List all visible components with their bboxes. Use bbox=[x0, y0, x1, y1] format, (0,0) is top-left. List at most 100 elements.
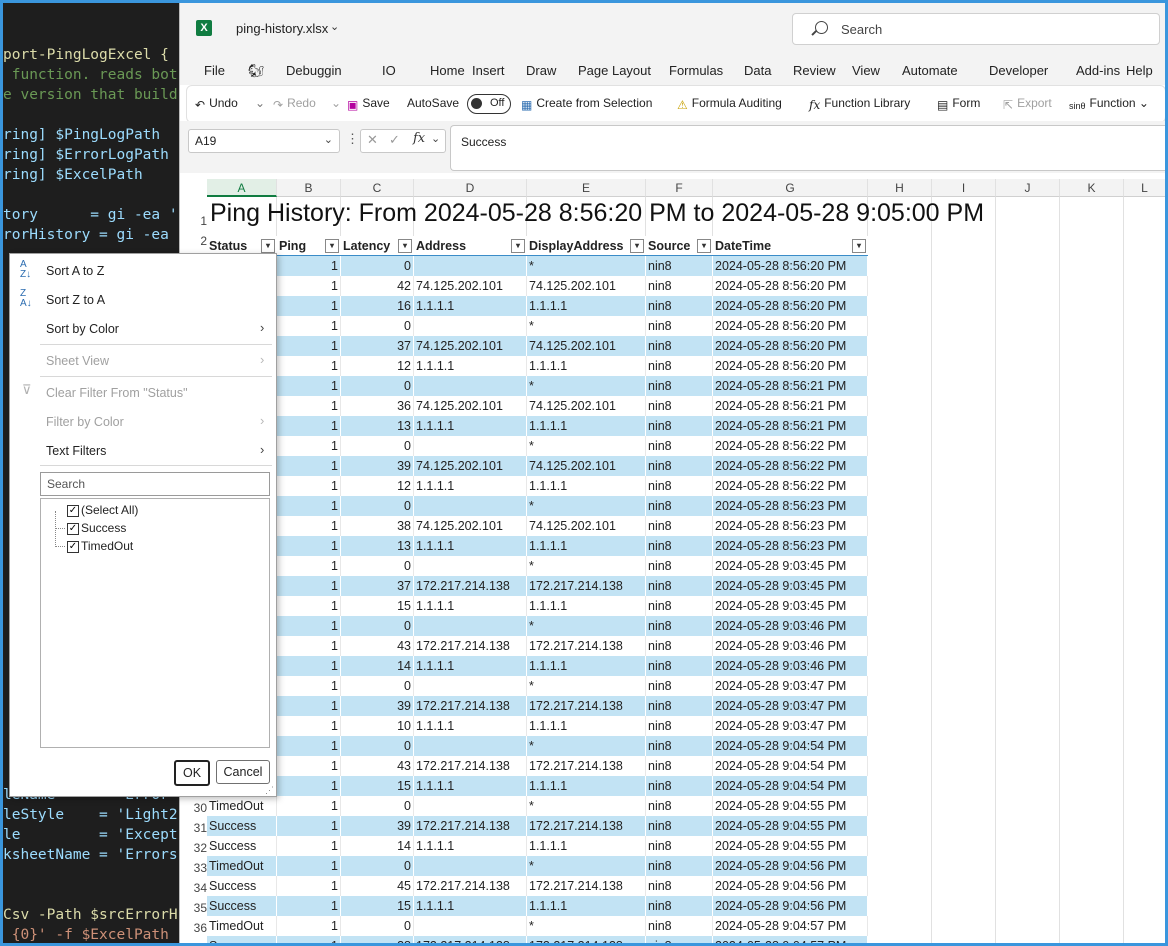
menu-item[interactable]: Review bbox=[793, 63, 836, 78]
table-cell[interactable]: 2024-05-28 8:56:21 PM bbox=[713, 416, 868, 436]
table-cell[interactable]: 12 bbox=[341, 356, 414, 376]
table-cell[interactable]: 2024-05-28 9:03:47 PM bbox=[713, 696, 868, 716]
table-cell[interactable]: * bbox=[527, 316, 646, 336]
table-cell[interactable]: 2024-05-28 9:04:55 PM bbox=[713, 836, 868, 856]
name-box[interactable]: A19 ⌄ bbox=[188, 129, 340, 153]
table-cell[interactable]: 1.1.1.1 bbox=[414, 716, 527, 736]
cancel-icon[interactable]: ✕ bbox=[367, 132, 378, 148]
text-filters-item[interactable]: Text Filters bbox=[46, 444, 106, 458]
table-cell[interactable]: 1 bbox=[277, 416, 341, 436]
table-cell[interactable]: nin8 bbox=[646, 476, 713, 496]
menu-item[interactable]: Draw bbox=[526, 63, 556, 78]
table-cell[interactable]: 172.217.214.138 bbox=[414, 696, 527, 716]
table-cell[interactable]: nin8 bbox=[646, 356, 713, 376]
table-cell[interactable]: 1.1.1.1 bbox=[527, 896, 646, 916]
table-cell[interactable]: nin8 bbox=[646, 576, 713, 596]
table-cell[interactable]: 74.125.202.101 bbox=[527, 336, 646, 356]
column-header[interactable]: J bbox=[996, 179, 1060, 197]
table-cell[interactable] bbox=[414, 316, 527, 336]
table-header[interactable]: Latency ▾ bbox=[341, 236, 414, 256]
table-header[interactable]: Ping ▾ bbox=[277, 236, 341, 256]
table-cell[interactable]: 15 bbox=[341, 896, 414, 916]
table-cell[interactable]: nin8 bbox=[646, 276, 713, 296]
table-cell[interactable]: 42 bbox=[341, 276, 414, 296]
table-cell[interactable]: nin8 bbox=[646, 516, 713, 536]
table-cell[interactable]: nin8 bbox=[646, 416, 713, 436]
table-cell[interactable]: 14 bbox=[341, 656, 414, 676]
table-cell[interactable]: nin8 bbox=[646, 896, 713, 916]
filter-dropdown-button[interactable]: ▾ bbox=[630, 239, 644, 253]
table-cell[interactable]: 1 bbox=[277, 676, 341, 696]
column-header[interactable]: K bbox=[1060, 179, 1124, 197]
column-header[interactable]: B bbox=[277, 179, 341, 197]
menu-item[interactable]: Page Layout bbox=[578, 63, 651, 78]
table-cell[interactable]: 16 bbox=[341, 296, 414, 316]
menu-item[interactable]: View bbox=[852, 63, 880, 78]
filter-dropdown-button[interactable]: ▾ bbox=[325, 239, 339, 253]
filter-checkbox[interactable]: ✓ bbox=[67, 505, 79, 517]
table-cell[interactable]: 43 bbox=[341, 756, 414, 776]
menu-item[interactable]: Add-ins bbox=[1076, 63, 1120, 78]
table-cell[interactable]: 38 bbox=[341, 936, 414, 943]
table-cell[interactable]: 13 bbox=[341, 536, 414, 556]
enter-icon[interactable]: ✓ bbox=[389, 132, 400, 148]
column-header[interactable]: D bbox=[414, 179, 527, 197]
row-header[interactable]: 33 bbox=[180, 856, 207, 876]
table-cell[interactable]: 2024-05-28 8:56:20 PM bbox=[713, 276, 868, 296]
table-cell[interactable]: * bbox=[527, 916, 646, 936]
table-cell[interactable]: * bbox=[527, 856, 646, 876]
table-cell[interactable]: nin8 bbox=[646, 696, 713, 716]
table-cell[interactable]: nin8 bbox=[646, 316, 713, 336]
table-cell[interactable]: 1 bbox=[277, 696, 341, 716]
chevron-down-icon[interactable]: ⌄ bbox=[330, 20, 339, 33]
export-button[interactable]: ⇱ Export bbox=[1003, 96, 1052, 112]
menu-item[interactable]: Automate bbox=[902, 63, 958, 78]
column-header[interactable]: E bbox=[527, 179, 646, 197]
redo-dropdown-icon[interactable]: ⌄ bbox=[331, 96, 341, 110]
clear-filter-item[interactable]: Clear Filter From "Status" bbox=[46, 386, 188, 400]
table-cell[interactable]: 0 bbox=[341, 676, 414, 696]
autosave-toggle[interactable]: Off bbox=[467, 94, 511, 114]
row-header[interactable]: 37 bbox=[180, 936, 207, 943]
menu-item[interactable]: Insert bbox=[472, 63, 505, 78]
table-cell[interactable] bbox=[414, 736, 527, 756]
table-cell[interactable]: nin8 bbox=[646, 796, 713, 816]
table-cell[interactable]: TimedOut bbox=[207, 856, 277, 876]
table-cell[interactable]: nin8 bbox=[646, 736, 713, 756]
table-cell[interactable]: 1 bbox=[277, 516, 341, 536]
table-cell[interactable]: 74.125.202.101 bbox=[414, 396, 527, 416]
table-cell[interactable]: 2024-05-28 8:56:20 PM bbox=[713, 256, 868, 276]
table-cell[interactable]: 2024-05-28 8:56:22 PM bbox=[713, 476, 868, 496]
filter-option-label[interactable]: Success bbox=[81, 521, 126, 535]
more-options-icon[interactable]: ⋮ bbox=[346, 131, 359, 147]
table-cell[interactable]: 0 bbox=[341, 736, 414, 756]
table-cell[interactable]: 37 bbox=[341, 336, 414, 356]
table-cell[interactable]: 38 bbox=[341, 516, 414, 536]
table-cell[interactable]: 172.217.214.138 bbox=[527, 576, 646, 596]
formula-auditing-button[interactable]: ⚠ Formula Auditing bbox=[677, 96, 782, 112]
table-cell[interactable]: 1.1.1.1 bbox=[527, 296, 646, 316]
menu-item[interactable]: 🐿 bbox=[248, 63, 265, 79]
table-cell[interactable]: nin8 bbox=[646, 676, 713, 696]
table-cell[interactable]: Success bbox=[207, 876, 277, 896]
table-cell[interactable]: 2024-05-28 9:04:56 PM bbox=[713, 876, 868, 896]
table-cell[interactable]: 2024-05-28 8:56:20 PM bbox=[713, 296, 868, 316]
undo-dropdown-icon[interactable]: ⌄ bbox=[255, 96, 265, 110]
row-header[interactable]: 31 bbox=[180, 816, 207, 836]
table-cell[interactable]: * bbox=[527, 436, 646, 456]
table-cell[interactable]: 172.217.214.138 bbox=[414, 876, 527, 896]
table-cell[interactable]: 1.1.1.1 bbox=[414, 296, 527, 316]
table-cell[interactable]: nin8 bbox=[646, 876, 713, 896]
table-cell[interactable]: nin8 bbox=[646, 756, 713, 776]
table-cell[interactable]: 1 bbox=[277, 596, 341, 616]
table-cell[interactable]: 15 bbox=[341, 776, 414, 796]
menu-item[interactable]: Home bbox=[430, 63, 465, 78]
table-cell[interactable]: Success bbox=[207, 836, 277, 856]
table-cell[interactable]: 1.1.1.1 bbox=[527, 476, 646, 496]
table-cell[interactable]: * bbox=[527, 676, 646, 696]
table-cell[interactable]: 1 bbox=[277, 576, 341, 596]
table-cell[interactable]: 172.217.214.138 bbox=[414, 936, 527, 943]
table-cell[interactable]: 15 bbox=[341, 596, 414, 616]
table-cell[interactable]: 2024-05-28 9:04:54 PM bbox=[713, 756, 868, 776]
filter-search-input[interactable]: Search bbox=[40, 472, 270, 496]
